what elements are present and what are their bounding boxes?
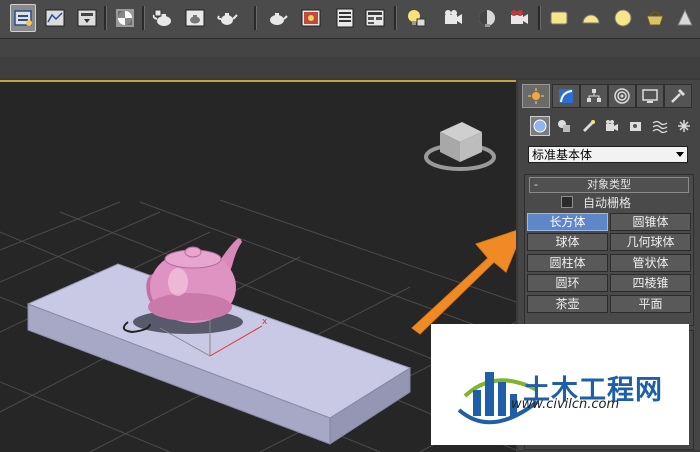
watermark-url: www.civilcn.com (511, 397, 620, 412)
secondary-toolbar (0, 39, 700, 57)
cone-icon[interactable] (672, 4, 698, 32)
toolbar-separator (394, 6, 397, 30)
plane-icon[interactable] (546, 4, 572, 32)
hierarchy-tab[interactable] (580, 84, 608, 108)
pyramid-button[interactable]: 四棱锥 (610, 274, 691, 292)
collapse-icon[interactable]: - (534, 178, 538, 192)
dropdown-value: 标准基本体 (532, 148, 593, 162)
sphere-button[interactable]: 球体 (527, 233, 608, 251)
geometry-icon (533, 119, 547, 133)
teapot-object[interactable] (146, 238, 242, 323)
object-type-rollout: - 对象类型 自动栅格 长方体 圆锥体 球体 几何球体 圆柱体 管状体 圆环 四… (524, 174, 694, 326)
geometry-category[interactable] (530, 116, 550, 136)
environment-icon[interactable] (264, 4, 290, 32)
teapot-button[interactable]: 茶壶 (527, 295, 608, 313)
light-bulb-icon[interactable] (402, 4, 428, 32)
sky-icon[interactable] (474, 4, 500, 32)
toolbar-separator (538, 6, 541, 30)
rollout-header[interactable]: - 对象类型 (529, 177, 689, 193)
chevron-down-icon[interactable] (676, 152, 684, 157)
view-cube[interactable] (424, 122, 496, 171)
lights-icon (583, 120, 595, 132)
space-warps-category[interactable] (650, 116, 670, 136)
create-icon (528, 88, 544, 104)
toolbar-separator (254, 6, 257, 30)
sphere-icon[interactable] (610, 4, 636, 32)
utilities-tab[interactable] (664, 84, 692, 108)
space-warps-icon (652, 120, 668, 134)
camera-icon[interactable] (440, 4, 466, 32)
systems-icon (678, 120, 690, 132)
list-icon[interactable] (332, 4, 358, 32)
shapes-category[interactable] (554, 116, 574, 136)
main-toolbar (0, 0, 700, 39)
schematic-view-icon[interactable] (74, 4, 100, 32)
material-editor-icon[interactable] (112, 4, 138, 32)
create-tab[interactable] (522, 84, 550, 108)
modify-tab[interactable] (552, 84, 580, 108)
cone-button[interactable]: 圆锥体 (610, 213, 691, 231)
helpers-icon (630, 122, 641, 131)
autogrid-option[interactable]: 自动栅格 (561, 195, 632, 210)
render-setup-icon[interactable] (150, 4, 176, 32)
motion-icon (614, 88, 630, 104)
rendered-frame-icon[interactable] (182, 4, 208, 32)
toolbar-separator (142, 6, 145, 30)
box-button[interactable]: 长方体 (527, 213, 608, 231)
rollout-title: 对象类型 (587, 178, 631, 191)
torus-button[interactable]: 圆环 (527, 274, 608, 292)
effects-icon[interactable] (298, 4, 324, 32)
object-category-dropdown[interactable]: 标准基本体 (528, 146, 688, 163)
geosphere-button[interactable]: 几何球体 (610, 233, 691, 251)
select-and-link-icon[interactable] (10, 4, 36, 32)
cameras-icon (606, 120, 618, 131)
ribbon-area (0, 57, 700, 78)
modify-icon (559, 89, 573, 103)
motion-tab[interactable] (608, 84, 636, 108)
video-camera-icon[interactable] (506, 4, 532, 32)
tube-button[interactable]: 管状体 (610, 254, 691, 272)
helpers-category[interactable] (626, 116, 646, 136)
gizmo-axis-label: x (262, 317, 268, 327)
cameras-category[interactable] (602, 116, 622, 136)
lights-category[interactable] (578, 116, 598, 136)
orange-annotation-arrow (411, 230, 516, 335)
systems-category[interactable] (674, 116, 694, 136)
hammer-icon (671, 89, 685, 103)
hierarchy-icon (587, 89, 601, 102)
teapot-render-icon[interactable] (214, 4, 240, 32)
display-tab[interactable] (636, 84, 664, 108)
hemisphere-icon[interactable] (578, 4, 604, 32)
display-icon (642, 89, 658, 103)
shapes-icon (558, 120, 570, 132)
autogrid-label: 自动栅格 (583, 195, 632, 210)
watermark-panel: 土木工程网 www.civilcn.com (431, 324, 689, 445)
toolbar-separator (104, 6, 107, 30)
layer-icon[interactable] (362, 4, 388, 32)
cylinder-button[interactable]: 圆柱体 (527, 254, 608, 272)
plane-button[interactable]: 平面 (610, 295, 691, 313)
basket-icon[interactable] (642, 4, 668, 32)
autogrid-checkbox[interactable] (561, 196, 573, 208)
track-view-icon[interactable] (42, 4, 68, 32)
